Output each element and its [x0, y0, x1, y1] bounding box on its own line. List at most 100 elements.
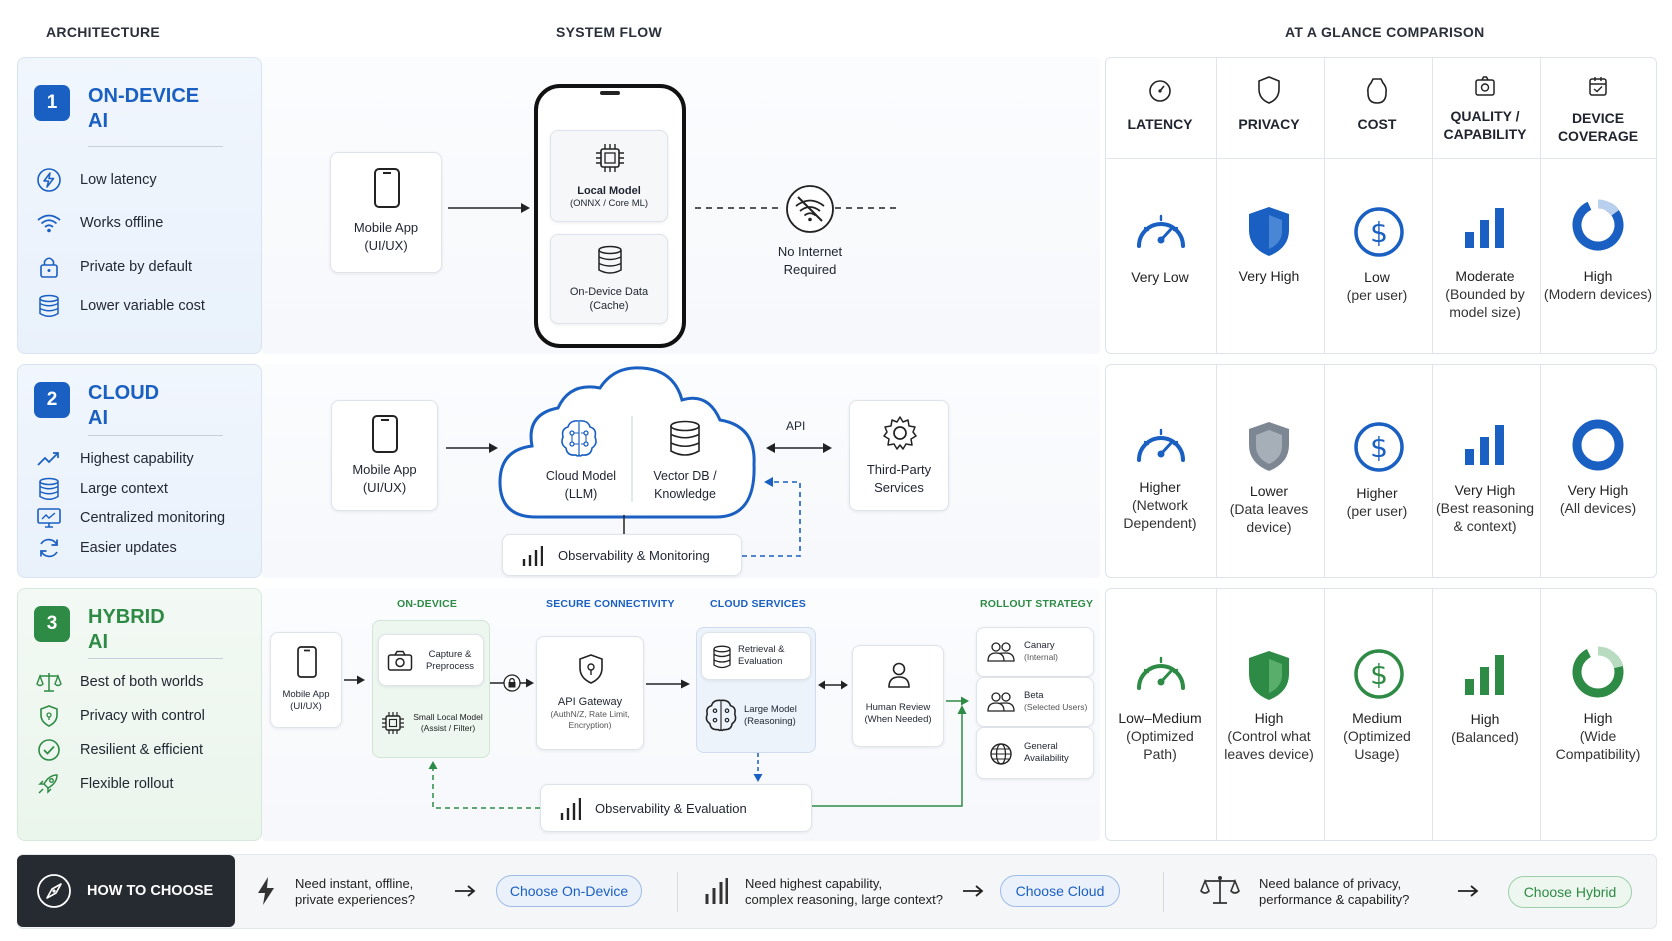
- arrow-gateway-to-cloud: [646, 679, 690, 689]
- shield-icon: [1258, 76, 1280, 104]
- feature-label: Privacy with control: [80, 708, 205, 724]
- choose-cloud-button[interactable]: Choose Cloud: [1000, 875, 1120, 907]
- large-model-label-1: Large Model: [744, 704, 797, 715]
- refresh-icon: [40, 538, 58, 558]
- choose-question-1: Need highest capability,: [745, 876, 883, 891]
- lightning-icon: [37, 168, 61, 192]
- rollout-label-2: (Selected Users): [1024, 702, 1088, 712]
- third-party-node: Third-Party Services: [849, 400, 949, 511]
- rocket-icon: [38, 774, 58, 794]
- architecture-card-on-device: 1 ON-DEVICE AI Low latency Works offline …: [17, 57, 262, 354]
- api-gateway-node: API Gateway (AuthN/Z, Rate Limit, Encrypti…: [536, 636, 644, 750]
- cell-sub-1: (Bounded by: [1445, 286, 1525, 302]
- node-label-1: API Gateway: [557, 696, 623, 708]
- rollout-beta: Beta (Selected Users): [976, 677, 1094, 727]
- svg-text:$: $: [1370, 658, 1388, 691]
- brain-icon: [561, 420, 597, 457]
- double-arrow-cloud-human: [818, 680, 848, 690]
- gauge-icon: [1149, 80, 1171, 102]
- dollar-icon: $: [1354, 207, 1404, 257]
- architecture-card-cloud: 2 CLOUD AI Highest capability Large conte…: [17, 364, 262, 578]
- compass-icon: [37, 874, 71, 908]
- cell-sub: (Modern devices): [1543, 286, 1653, 302]
- dollar-icon: $: [1354, 649, 1404, 699]
- bar-chart-icon: [705, 878, 728, 904]
- arch-title: CLOUD AI: [88, 381, 159, 431]
- cell-sub-1: (Control what: [1227, 728, 1311, 744]
- feature-highest-capability: Highest capability: [36, 447, 194, 471]
- feature-label: Lower variable cost: [80, 298, 205, 314]
- divider: [88, 658, 223, 659]
- architecture-header: ARCHITECTURE: [46, 24, 161, 40]
- dollar-icon: $: [1354, 422, 1404, 472]
- no-wifi-icon: [786, 185, 834, 233]
- tag-icon: [1367, 78, 1387, 104]
- brain-icon: [705, 699, 737, 732]
- cell-value: Low: [1364, 269, 1390, 285]
- cell-sub-2: Path): [1143, 746, 1177, 762]
- cell-sub-2: device): [1246, 519, 1292, 535]
- cell-value: High: [1254, 710, 1284, 726]
- node-label-2: (UI/UX): [362, 480, 407, 495]
- choose-question-1: Need balance of privacy,: [1259, 876, 1402, 891]
- monitor-icon: [37, 508, 61, 528]
- on-device-data-node: On-Device Data (Cache): [550, 234, 668, 324]
- cell-value: Very High: [1238, 268, 1300, 284]
- feature-label: Large context: [80, 481, 168, 497]
- gear-icon: [883, 416, 917, 450]
- divider: [88, 435, 223, 436]
- scale-icon: [1200, 876, 1240, 904]
- col-header-cost: COST: [1323, 57, 1431, 157]
- gauge-icon: [1137, 428, 1185, 462]
- choose-question-2: private experiences?: [295, 892, 415, 907]
- node-label-2: Evaluation: [738, 656, 783, 667]
- arrow-app-to-phone: [448, 203, 530, 213]
- cell-value: High: [1583, 710, 1613, 726]
- arrow-app-to-ondevice: [344, 675, 365, 685]
- camera-icon: [387, 650, 413, 671]
- dashed-feedback-to-ondevice: [428, 761, 540, 809]
- node-label-2: Preprocess: [425, 661, 475, 672]
- rollout-label-2: Availability: [1024, 753, 1069, 764]
- rollout-label-1: Beta: [1024, 690, 1044, 701]
- arch-title-line1: HYBRID: [88, 606, 165, 628]
- cloud-model-label-1: Cloud Model: [545, 469, 617, 483]
- database-icon: [598, 245, 622, 274]
- database-icon: [670, 420, 700, 456]
- cell-sub-1: (Data leaves: [1229, 501, 1309, 517]
- arrow-right-icon: [455, 885, 476, 897]
- choose-hybrid-button[interactable]: Choose Hybrid: [1508, 876, 1632, 908]
- lock-icon: [40, 257, 58, 278]
- api-double-arrow: [766, 443, 832, 453]
- bar-chart-icon: [522, 546, 543, 566]
- feature-label: Flexible rollout: [80, 776, 174, 792]
- arch-title: ON-DEVICE AI: [88, 84, 199, 134]
- cell-sub-2: Usage): [1354, 746, 1400, 762]
- node-label-2: (UI/UX): [290, 701, 322, 712]
- feature-works-offline: Works offline: [36, 211, 163, 235]
- arrow-large-model-to-observability: [753, 753, 763, 782]
- node-label-2: (ONNX / Core ML): [569, 198, 649, 209]
- badge-number: 3: [34, 606, 70, 642]
- feature-large-context: Large context: [36, 477, 168, 501]
- choose-on-device-button[interactable]: Choose On-Device: [496, 875, 642, 907]
- retrieval-node: Retrieval & Evaluation: [701, 632, 811, 680]
- feature-flexible-rollout: Flexible rollout: [36, 772, 174, 796]
- vector-db-label-2: Knowledge: [654, 487, 716, 501]
- donut-icon: [1572, 646, 1624, 698]
- arch-title-line1: CLOUD: [88, 382, 160, 404]
- col-header-label-1: DEVICE: [1571, 110, 1625, 126]
- capture-preprocess-node: Capture & Preprocess: [378, 634, 484, 686]
- feature-lower-cost: Lower variable cost: [36, 294, 205, 318]
- arrow-ondevice-to-gateway: [490, 674, 534, 692]
- phone-icon: [297, 646, 317, 678]
- arch-title-line2: AI: [88, 110, 108, 132]
- phone-icon: [374, 168, 400, 208]
- feature-label: Centralized monitoring: [80, 510, 226, 526]
- choose-question-1: Need instant, offline,: [295, 876, 414, 891]
- mobile-app-node: Mobile App (UI/UX): [330, 152, 442, 273]
- cell-sub-2: Compatibility): [1555, 746, 1641, 762]
- database-icon: [39, 294, 59, 317]
- bar-chart-icon: [1465, 655, 1504, 695]
- cell-sub: (Balanced): [1451, 729, 1519, 745]
